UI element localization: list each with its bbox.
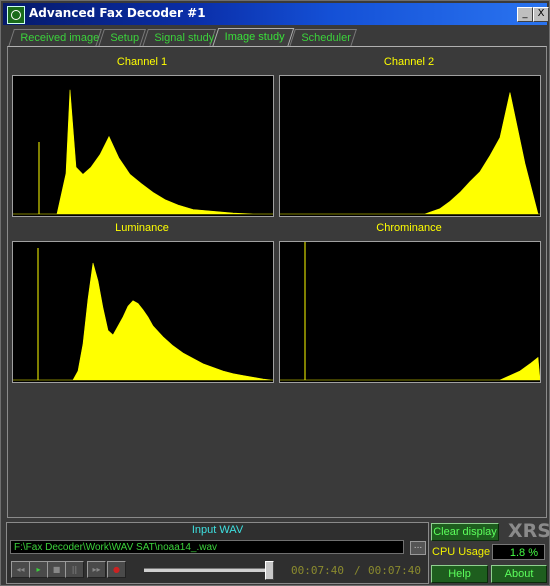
chrominance-histogram-chart <box>280 242 540 381</box>
histogram-area <box>13 262 273 381</box>
browse-button[interactable]: ... <box>410 541 426 555</box>
tab-setup[interactable]: Setup <box>98 29 146 47</box>
luminance-title: Luminance <box>115 222 169 234</box>
tab-scheduler[interactable]: Scheduler <box>289 29 357 47</box>
histogram-area <box>280 356 540 381</box>
histogram-area <box>13 89 273 215</box>
pause-button[interactable]: || <box>65 561 84 578</box>
tab-signal-study[interactable]: Signal study <box>142 29 216 47</box>
record-button[interactable]: ● <box>107 561 126 578</box>
chrominance-title: Chrominance <box>376 222 442 234</box>
total-time: 00:07:40 <box>368 564 421 577</box>
cpu-usage-value: 1.8 % <box>492 544 545 560</box>
channel2-title: Channel 2 <box>383 56 435 68</box>
position-slider-thumb[interactable] <box>265 561 274 580</box>
channel2-histogram <box>279 75 541 217</box>
title-bar[interactable]: Advanced Fax Decoder #1 _ X <box>3 3 549 25</box>
time-separator: / <box>354 564 361 577</box>
channel1-histogram-chart <box>13 89 273 215</box>
clear-display-button[interactable]: Clear display <box>431 523 499 541</box>
input-wav-label: Input WAV <box>191 524 244 536</box>
cpu-usage-label: CPU Usage <box>432 546 491 558</box>
play-button[interactable]: ▸ <box>29 561 48 578</box>
tab-strip: Received image Setup Signal study Image … <box>7 28 547 48</box>
image-study-panel: Channel 1 Channel 2 Luminance Chrominanc… <box>7 46 547 518</box>
window-title: Advanced Fax Decoder #1 <box>29 6 206 20</box>
minimize-button[interactable]: _ <box>517 7 533 22</box>
histogram-area <box>280 92 540 215</box>
main-window: Advanced Fax Decoder #1 _ X Received ima… <box>0 0 550 586</box>
channel1-title: Channel 1 <box>116 56 168 68</box>
chrominance-histogram <box>279 241 541 383</box>
input-wav-panel: Input WAV F:\Fax Decoder\Work\WAV SAT\no… <box>6 522 429 584</box>
stop-button[interactable]: ■ <box>47 561 66 578</box>
luminance-histogram <box>12 241 274 383</box>
tab-image-study[interactable]: Image study <box>211 28 295 48</box>
rewind-button[interactable]: ◂◂ <box>11 561 30 578</box>
app-icon[interactable] <box>7 6 25 24</box>
close-button[interactable]: X <box>533 7 549 22</box>
position-slider-track[interactable] <box>144 568 274 572</box>
luminance-histogram-chart <box>13 248 273 381</box>
help-button[interactable]: Help <box>431 565 488 583</box>
channel1-histogram <box>12 75 274 217</box>
channel2-histogram-chart <box>280 92 540 215</box>
wav-path-field[interactable]: F:\Fax Decoder\Work\WAV SAT\noaa14_.wav <box>10 540 404 554</box>
tab-received-image[interactable]: Received image <box>8 29 102 47</box>
about-button[interactable]: About <box>491 565 547 583</box>
elapsed-time: 00:07:40 <box>291 564 344 577</box>
xrs-logo: XRS <box>508 520 550 542</box>
forward-button[interactable]: ▸▸ <box>87 561 106 578</box>
